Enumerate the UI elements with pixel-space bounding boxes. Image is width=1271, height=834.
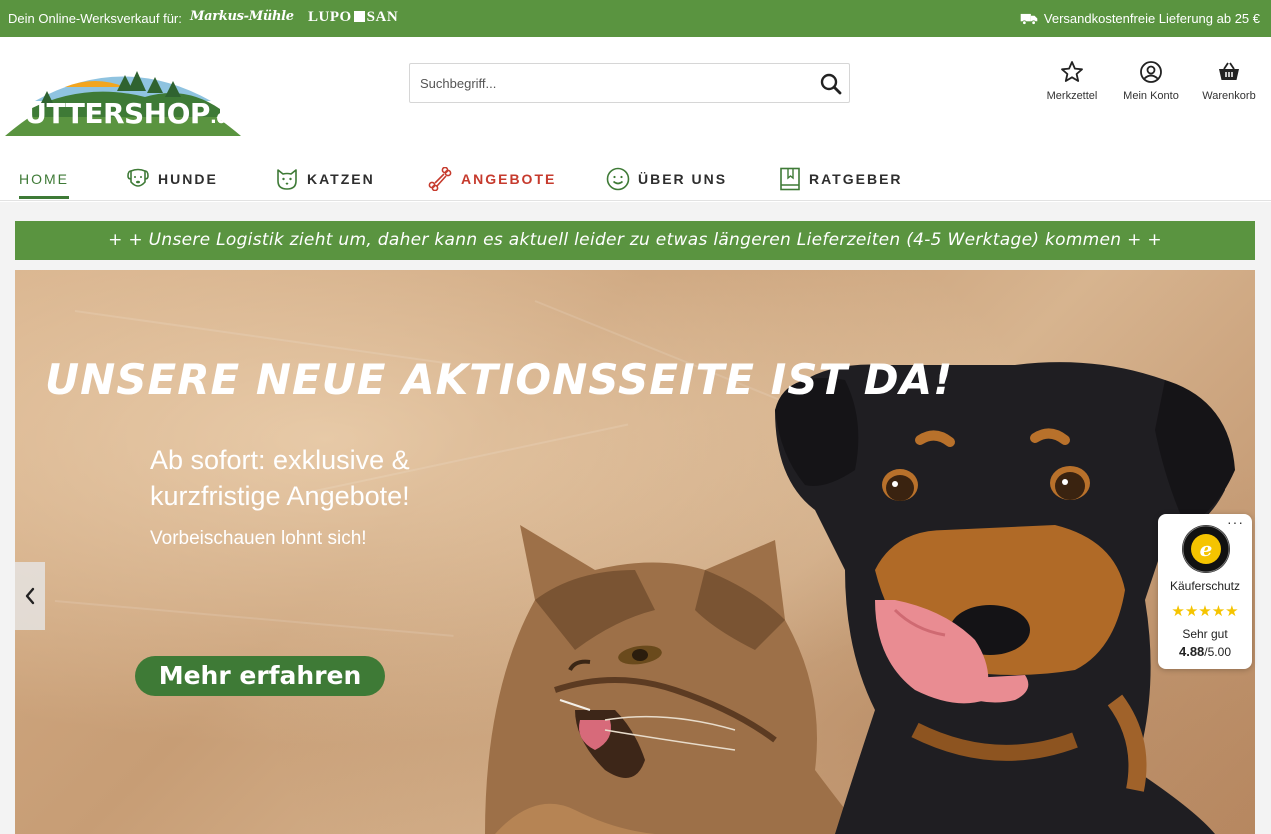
wishlist-button[interactable]: Merkzettel — [1042, 60, 1102, 102]
bone-icon — [428, 167, 452, 191]
book-icon — [780, 167, 800, 191]
slider-prev-button[interactable] — [15, 562, 45, 630]
hero-subtitle: Ab sofort: exklusive & kurzfristige Ange… — [150, 445, 410, 511]
svg-text:e: e — [1200, 537, 1213, 561]
user-icon — [1140, 61, 1162, 83]
hero-slider[interactable]: UNSERE NEUE AKTIONSSEITE IST DA! Ab sofo… — [15, 270, 1255, 834]
main-navigation: HOME HUNDE KATZEN ANGEBOTE ÜBER UNS RATG… — [0, 158, 1271, 201]
star-icon — [1061, 61, 1083, 82]
trusted-shops-badge[interactable]: ··· e Käuferschutz ★★★★★ Sehr gut 4.88/5… — [1158, 514, 1252, 669]
trusted-shops-seal-icon: e — [1182, 525, 1230, 573]
cat-illustration — [485, 525, 865, 834]
brand-luposan-part-a: LUPO — [308, 9, 352, 25]
logo-text: FUTTERSHOP.de — [5, 97, 241, 130]
brand-logo-luposan[interactable]: LUPO SAN — [308, 9, 398, 26]
luposan-square-icon — [353, 11, 365, 22]
nav-label-hunde: HUNDE — [158, 171, 218, 187]
nav-label-angebote: ANGEBOTE — [461, 171, 557, 187]
account-button[interactable]: Mein Konto — [1120, 60, 1182, 102]
cart-button[interactable]: Warenkorb — [1200, 60, 1258, 102]
nav-item-angebote[interactable]: ANGEBOTE — [427, 158, 556, 200]
shipping-text: Versandkostenfreie Lieferung ab 25 € — [1043, 11, 1260, 26]
hero-small-text: Vorbeischauen lohnt sich! — [150, 528, 367, 549]
rating-stars: ★★★★★ — [1171, 603, 1239, 620]
chevron-left-icon — [25, 587, 35, 605]
futtershop-logo[interactable]: FUTTERSHOP.de — [5, 57, 241, 136]
nav-item-ueber-uns[interactable]: ÜBER UNS — [606, 158, 727, 200]
search-input[interactable] — [410, 64, 800, 102]
nav-label-katzen: KATZEN — [307, 171, 375, 187]
hero-title: UNSERE NEUE AKTIONSSEITE IST DA! — [45, 355, 954, 404]
logo-tld: .de — [209, 107, 241, 128]
logo-main: FUTTERSHOP — [5, 97, 211, 130]
nav-item-hunde[interactable]: HUNDE — [126, 158, 218, 200]
shipping-info: Versandkostenfreie Lieferung ab 25 € — [1020, 11, 1260, 26]
nav-label-ratgeber: RATGEBER — [809, 171, 903, 187]
truck-icon — [1020, 13, 1038, 25]
nav-label-ueber-uns: ÜBER UNS — [638, 171, 728, 187]
nav-label-home: HOME — [19, 171, 69, 187]
dog-icon — [127, 168, 149, 187]
top-bar-left-text: Dein Online-Werksverkauf für: — [8, 11, 182, 26]
nav-item-katzen[interactable]: KATZEN — [275, 158, 375, 200]
search-icon[interactable] — [819, 72, 843, 96]
buyer-protection-label: Käuferschutz — [1169, 579, 1241, 593]
nav-item-home[interactable]: HOME — [19, 158, 69, 200]
nav-item-ratgeber[interactable]: RATGEBER — [779, 158, 903, 200]
rating-text: Sehr gut — [1182, 627, 1228, 641]
cat-icon — [277, 169, 297, 190]
rating-score-value: 4.88 — [1178, 644, 1205, 659]
logistics-notice-banner: + + Unsere Logistik zieht um, daher kann… — [15, 221, 1255, 260]
more-info-button[interactable]: Mehr erfahren — [135, 656, 385, 696]
brand-logo-markus-muehle[interactable]: Markus-Mühle — [190, 9, 294, 24]
rating-score-max: /5.00 — [1204, 645, 1231, 659]
brand-luposan-part-b: SAN — [366, 9, 399, 25]
smiley-icon — [606, 167, 630, 191]
cart-label: Warenkorb — [1202, 90, 1256, 102]
wishlist-label: Merkzettel — [1046, 90, 1098, 102]
search-box — [409, 63, 850, 103]
account-label: Mein Konto — [1123, 90, 1179, 102]
basket-icon — [1219, 62, 1239, 80]
top-bar: Dein Online-Werksverkauf für: Markus-Müh… — [0, 0, 1271, 37]
rating-score: 4.88/5.00 — [1158, 644, 1252, 659]
